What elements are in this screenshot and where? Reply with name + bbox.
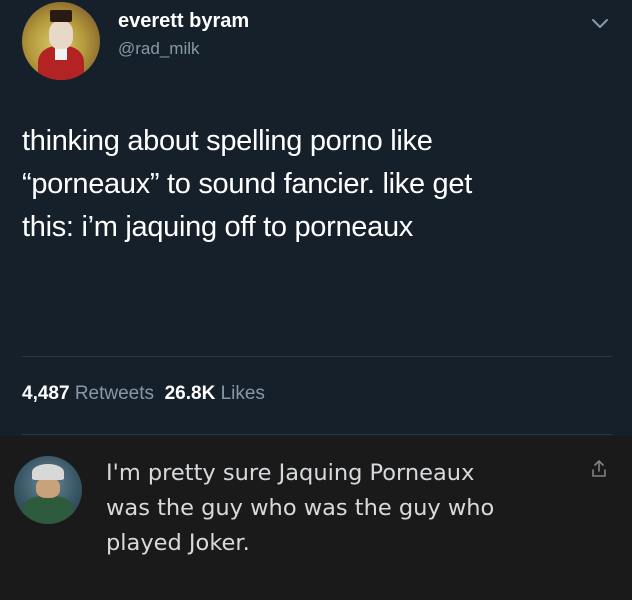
retweets-count: 4,487 <box>22 383 70 404</box>
author-display-name[interactable]: everett byram <box>118 10 249 33</box>
tweet-text-line: this: i’m jaquing off to porneaux <box>22 211 413 243</box>
chevron-down-icon[interactable] <box>589 12 611 34</box>
reply-text-line: played Joker. <box>106 530 250 556</box>
avatar-face <box>49 21 73 49</box>
tweet-text-line: “porneaux” to sound fancier. like get <box>22 168 472 200</box>
reply-text: I'm pretty sure Jaquing Porneaux was the… <box>106 456 556 561</box>
tweet-text-line: thinking about spelling porno like <box>22 125 433 157</box>
likes-label: Likes <box>220 383 265 404</box>
reply-text-line: was the guy who was the guy who <box>106 495 495 521</box>
author-handle[interactable]: @rad_milk <box>118 39 200 59</box>
tweet-card: everett byram @rad_milk thinking about s… <box>0 0 632 436</box>
avatar-cap <box>32 464 64 480</box>
tweet-text: thinking about spelling porno like “porn… <box>22 120 612 249</box>
reply-card: I'm pretty sure Jaquing Porneaux was the… <box>0 436 632 600</box>
retweets-label: Retweets <box>74 383 155 404</box>
author-avatar[interactable] <box>22 2 100 80</box>
reply-text-line: I'm pretty sure Jaquing Porneaux <box>106 460 475 486</box>
avatar-face <box>36 478 60 498</box>
likes-count: 26.8K <box>164 383 216 404</box>
reply-avatar[interactable] <box>14 456 82 524</box>
retweets-stat[interactable]: 4,487 Retweets <box>22 383 154 404</box>
divider <box>22 434 612 435</box>
avatar-hat <box>50 10 72 22</box>
likes-stat[interactable]: 26.8K Likes <box>165 383 265 404</box>
share-icon[interactable] <box>588 458 610 480</box>
avatar-coat <box>22 496 74 524</box>
tweet-stats: 4,487 Retweets 26.8K Likes <box>22 383 265 405</box>
divider <box>22 356 612 357</box>
